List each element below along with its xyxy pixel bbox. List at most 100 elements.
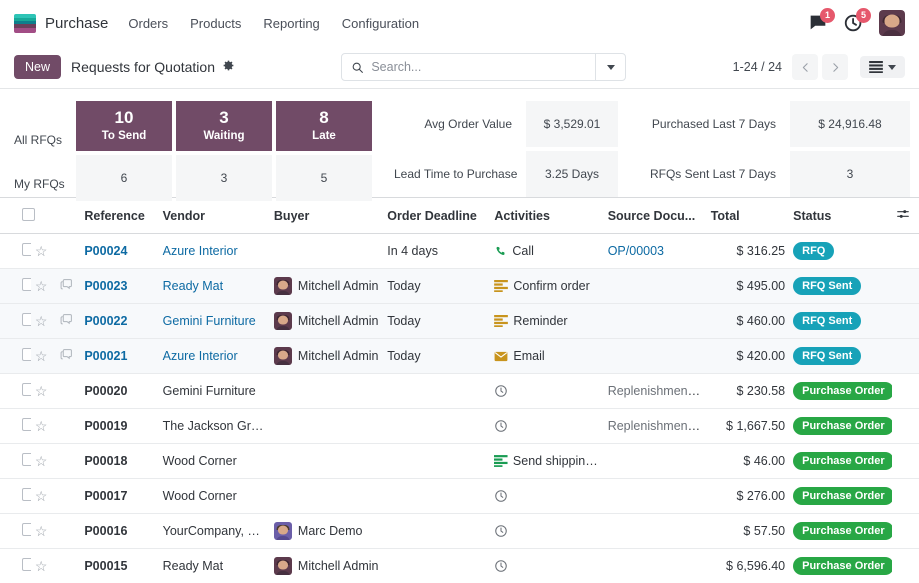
purchase-app-logo-icon[interactable] — [14, 14, 36, 33]
column-header-order-deadline[interactable]: Order Deadline — [383, 198, 490, 234]
message-indicator-icon[interactable] — [60, 350, 73, 364]
cell-total[interactable]: $ 230.58 — [707, 374, 789, 409]
column-header-status[interactable]: Status — [789, 198, 892, 234]
cell-reference[interactable]: P00019 — [80, 409, 158, 444]
cell-activities[interactable] — [490, 514, 603, 549]
status-badge[interactable]: Purchase Order — [793, 382, 892, 400]
cell-vendor[interactable]: Azure Interior — [159, 234, 270, 269]
cell-order-deadline[interactable] — [383, 374, 490, 409]
messages-menu[interactable]: 1 — [807, 12, 829, 34]
tile-all-waiting[interactable]: 3 Waiting — [176, 101, 272, 151]
cell-status[interactable]: Purchase Order — [789, 409, 892, 444]
message-indicator-icon[interactable] — [60, 280, 73, 294]
message-indicator-icon[interactable] — [60, 315, 73, 329]
cell-reference[interactable]: P00024 — [80, 234, 158, 269]
checkbox-unchecked-icon[interactable] — [22, 278, 31, 291]
tile-my-to-send[interactable]: 6 — [76, 155, 172, 201]
search-dropdown-toggle[interactable] — [595, 54, 625, 80]
cell-buyer[interactable]: Marc Demo — [270, 514, 383, 549]
checkbox-unchecked-icon[interactable] — [22, 558, 31, 571]
cell-reference[interactable]: P00020 — [80, 374, 158, 409]
cell-order-deadline[interactable] — [383, 479, 490, 514]
table-row[interactable]: ☆P00020Gemini FurnitureReplenishment R..… — [0, 374, 919, 409]
cell-order-deadline[interactable]: In 4 days — [383, 234, 490, 269]
cell-status[interactable]: RFQ Sent — [789, 269, 892, 304]
cell-vendor[interactable]: Ready Mat — [159, 269, 270, 304]
pager-counter[interactable]: 1-24 / 24 — [733, 60, 782, 74]
table-row[interactable]: ☆P00018Wood CornerSend shipping...$ 46.0… — [0, 444, 919, 479]
cell-total[interactable]: $ 495.00 — [707, 269, 789, 304]
cell-activities[interactable] — [490, 409, 603, 444]
status-badge[interactable]: Purchase Order — [793, 557, 892, 575]
cell-vendor[interactable]: YourCompany, Jo... — [159, 514, 270, 549]
status-badge[interactable]: Purchase Order — [793, 417, 892, 435]
cell-buyer[interactable]: Mitchell Admin — [270, 339, 383, 374]
status-badge[interactable]: RFQ Sent — [793, 312, 861, 330]
cell-source-document[interactable]: OP/00003 — [604, 234, 707, 269]
cell-source-document[interactable]: Replenishment R... — [604, 409, 707, 444]
tile-all-late[interactable]: 8 Late — [276, 101, 372, 151]
star-icon[interactable]: ☆ — [35, 453, 48, 469]
cell-order-deadline[interactable]: Today — [383, 269, 490, 304]
column-header-total[interactable]: Total — [707, 198, 789, 234]
checkbox-unchecked-icon[interactable] — [22, 453, 31, 466]
cell-vendor[interactable]: Wood Corner — [159, 444, 270, 479]
cell-reference[interactable]: P00023 — [80, 269, 158, 304]
cell-reference[interactable]: P00018 — [80, 444, 158, 479]
menu-item-orders[interactable]: Orders — [128, 16, 168, 31]
star-icon[interactable]: ☆ — [35, 523, 48, 539]
cell-source-document[interactable] — [604, 304, 707, 339]
table-row[interactable]: ☆P00023Ready MatMitchell AdminTodayConfi… — [0, 269, 919, 304]
status-badge[interactable]: Purchase Order — [793, 522, 892, 540]
cell-total[interactable]: $ 316.25 — [707, 234, 789, 269]
table-row[interactable]: ☆P00019The Jackson GroupReplenishment R.… — [0, 409, 919, 444]
tile-my-late[interactable]: 5 — [276, 155, 372, 201]
cell-vendor[interactable]: Azure Interior — [159, 339, 270, 374]
column-header-source-document[interactable]: Source Docu... — [604, 198, 707, 234]
cell-reference[interactable]: P00017 — [80, 479, 158, 514]
cell-buyer[interactable] — [270, 479, 383, 514]
cell-source-document[interactable] — [604, 479, 707, 514]
cell-source-document[interactable] — [604, 269, 707, 304]
star-icon[interactable]: ☆ — [35, 278, 48, 294]
menu-item-products[interactable]: Products — [190, 16, 241, 31]
cell-total[interactable]: $ 276.00 — [707, 479, 789, 514]
cell-source-document[interactable] — [604, 444, 707, 479]
cell-buyer[interactable] — [270, 409, 383, 444]
table-row[interactable]: ☆P00024Azure InteriorIn 4 daysCallOP/000… — [0, 234, 919, 269]
cell-source-document[interactable] — [604, 549, 707, 583]
column-options-icon[interactable] — [896, 210, 910, 224]
table-row[interactable]: ☆P00022Gemini FurnitureMitchell AdminTod… — [0, 304, 919, 339]
cell-order-deadline[interactable]: Today — [383, 304, 490, 339]
star-icon[interactable]: ☆ — [35, 418, 48, 434]
pager-previous-button[interactable] — [792, 54, 818, 80]
cell-total[interactable]: $ 46.00 — [707, 444, 789, 479]
view-switcher[interactable] — [860, 56, 905, 78]
cell-source-document[interactable] — [604, 514, 707, 549]
checkbox-unchecked-icon[interactable] — [22, 243, 31, 256]
cell-total[interactable]: $ 6,596.40 — [707, 549, 789, 583]
cell-order-deadline[interactable] — [383, 444, 490, 479]
cell-status[interactable]: Purchase Order — [789, 549, 892, 583]
star-icon[interactable]: ☆ — [35, 383, 48, 399]
kpi-value[interactable]: $ 3,529.01 — [526, 101, 618, 147]
cell-reference[interactable]: P00016 — [80, 514, 158, 549]
user-avatar[interactable] — [879, 10, 905, 36]
cell-vendor[interactable]: Wood Corner — [159, 479, 270, 514]
cell-order-deadline[interactable] — [383, 549, 490, 583]
cell-status[interactable]: Purchase Order — [789, 444, 892, 479]
gear-icon[interactable] — [222, 59, 235, 75]
cell-status[interactable]: RFQ Sent — [789, 339, 892, 374]
cell-activities[interactable] — [490, 374, 603, 409]
star-icon[interactable]: ☆ — [35, 488, 48, 504]
tile-all-to-send[interactable]: 10 To Send — [76, 101, 172, 151]
cell-source-document[interactable]: Replenishment R... — [604, 374, 707, 409]
app-name[interactable]: Purchase — [45, 15, 108, 32]
cell-reference[interactable]: P00015 — [80, 549, 158, 583]
cell-activities[interactable]: Call — [490, 234, 603, 269]
cell-buyer[interactable] — [270, 444, 383, 479]
table-row[interactable]: ☆P00016YourCompany, Jo...Marc Demo$ 57.5… — [0, 514, 919, 549]
tile-my-waiting[interactable]: 3 — [176, 155, 272, 201]
status-badge[interactable]: Purchase Order — [793, 487, 892, 505]
checkbox-unchecked-icon[interactable] — [22, 383, 31, 396]
